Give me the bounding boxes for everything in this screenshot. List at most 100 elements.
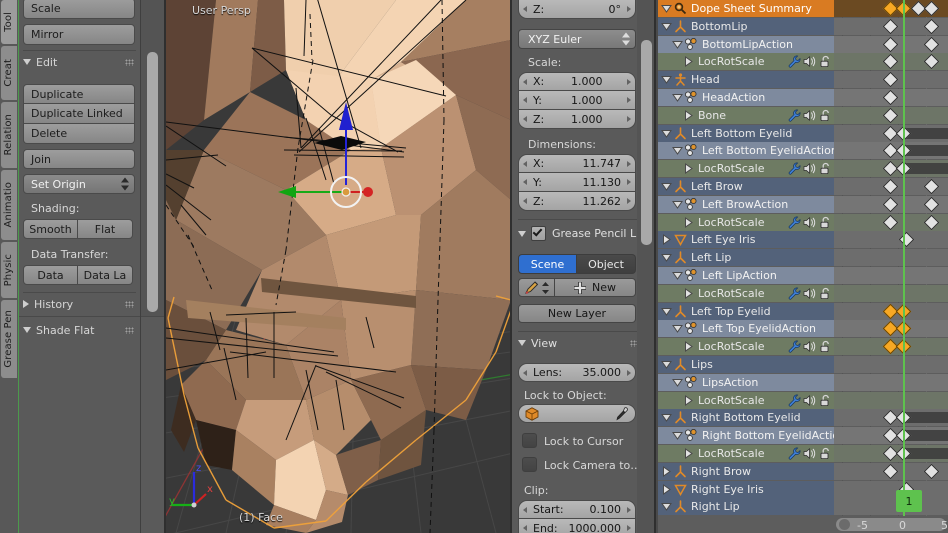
data-transfer-data-button[interactable]: Data bbox=[23, 265, 78, 285]
channel-row[interactable]: Left Eye Iris bbox=[658, 231, 834, 249]
decrement-arrow-icon-dz[interactable] bbox=[523, 198, 527, 204]
current-frame-indicator[interactable]: 1 bbox=[896, 490, 922, 512]
speaker-icon[interactable] bbox=[803, 394, 817, 407]
channel-list[interactable]: Dope Sheet Summary BottomLip BottomLipActi… bbox=[658, 0, 834, 533]
tool-panel-scrollbar[interactable] bbox=[147, 52, 158, 312]
unlock-icon[interactable] bbox=[819, 340, 832, 353]
channel-row[interactable]: HeadAction bbox=[658, 89, 834, 106]
expand-down-icon[interactable] bbox=[671, 378, 684, 387]
edit-section-header[interactable]: Edit bbox=[23, 54, 136, 70]
properties-scrollbar[interactable] bbox=[641, 40, 652, 245]
channel-row[interactable]: Left Brow bbox=[658, 178, 834, 195]
channel-toggles[interactable] bbox=[788, 53, 832, 70]
mirror-button[interactable]: Mirror bbox=[23, 24, 135, 45]
duplicate-button[interactable]: Duplicate bbox=[23, 84, 135, 104]
channel-row[interactable]: Right Brow bbox=[658, 462, 834, 480]
expand-right-icon[interactable] bbox=[682, 56, 695, 68]
channel-row[interactable]: LocRotScale bbox=[658, 338, 834, 356]
wrench-icon[interactable] bbox=[788, 447, 801, 460]
decrement-arrow-icon-x[interactable] bbox=[523, 78, 527, 85]
dimension-z-field[interactable]: Z: 11.262 bbox=[518, 192, 636, 211]
channel-row[interactable]: Left BrowAction bbox=[658, 195, 834, 213]
expand-right-icon[interactable] bbox=[682, 216, 695, 228]
delete-button[interactable]: Delete bbox=[23, 124, 135, 144]
expand-down-icon[interactable] bbox=[660, 253, 673, 263]
dope-sheet-editor[interactable]: Dope Sheet Summary BottomLip BottomLipActi… bbox=[656, 0, 948, 533]
unlock-icon[interactable] bbox=[819, 162, 832, 175]
viewport-canvas[interactable]: z y x bbox=[166, 0, 511, 533]
expand-right-icon[interactable] bbox=[660, 465, 673, 477]
horizontal-scrollbar[interactable] bbox=[836, 518, 946, 531]
decrement-arrow-icon[interactable] bbox=[523, 6, 527, 12]
shade-flat-operator-header[interactable]: Shade Flat bbox=[23, 322, 136, 338]
increment-arrow-icon-dy[interactable] bbox=[627, 179, 631, 185]
expand-right-icon[interactable] bbox=[682, 394, 695, 406]
increment-arrow-icon-ce[interactable] bbox=[627, 525, 631, 531]
shade-smooth-button[interactable]: Smooth bbox=[23, 219, 78, 239]
speaker-icon[interactable] bbox=[803, 447, 817, 460]
clip-start-field[interactable]: Start: 0.100 bbox=[518, 500, 636, 519]
channel-row[interactable]: Right Bottom Eyelid bbox=[658, 409, 834, 427]
expand-down-icon[interactable] bbox=[671, 271, 684, 280]
wrench-icon[interactable] bbox=[788, 55, 801, 68]
increment-arrow-icon[interactable] bbox=[627, 6, 631, 12]
channel-row[interactable]: Right Eye Iris bbox=[658, 480, 834, 498]
expand-right-icon[interactable] bbox=[682, 448, 695, 459]
expand-down-icon[interactable] bbox=[671, 324, 684, 334]
clip-end-field[interactable]: End: 1000.000 bbox=[518, 519, 636, 533]
wrench-icon[interactable] bbox=[788, 340, 801, 353]
wrench-icon[interactable] bbox=[788, 109, 801, 122]
gp-source-scene-button[interactable]: Scene bbox=[518, 254, 577, 274]
increment-arrow-icon-lens[interactable] bbox=[627, 369, 631, 376]
channel-toggles[interactable] bbox=[788, 445, 832, 462]
expand-right-icon[interactable] bbox=[682, 163, 695, 175]
shade-flat-button[interactable]: Flat bbox=[78, 219, 133, 239]
channel-row[interactable]: Left Bottom EyelidAction bbox=[658, 142, 834, 160]
gp-new-button[interactable]: New bbox=[555, 278, 636, 297]
expand-down-icon[interactable] bbox=[660, 182, 673, 191]
wrench-icon[interactable] bbox=[788, 287, 801, 300]
expand-right-icon[interactable] bbox=[682, 287, 695, 299]
channel-row[interactable]: LocRotScale bbox=[658, 213, 834, 231]
expand-down-icon[interactable] bbox=[660, 75, 673, 85]
unlock-icon[interactable] bbox=[819, 55, 832, 68]
channel-row[interactable]: Left Bottom Eyelid bbox=[658, 124, 834, 142]
expand-down-icon[interactable] bbox=[660, 307, 673, 316]
channel-row[interactable]: Head bbox=[658, 71, 834, 89]
expand-down-icon[interactable] bbox=[660, 129, 673, 138]
lens-field[interactable]: Lens: 35.000 bbox=[518, 363, 636, 382]
expand-down-icon[interactable] bbox=[660, 4, 673, 13]
scale-y-field[interactable]: Y: 1.000 bbox=[518, 91, 636, 110]
dimension-x-field[interactable]: X: 11.747 bbox=[518, 154, 636, 173]
data-transfer-layout-button[interactable]: Data La bbox=[78, 265, 133, 285]
decrement-arrow-icon-dx[interactable] bbox=[523, 160, 527, 167]
expand-down-icon[interactable] bbox=[671, 200, 684, 209]
channel-row[interactable]: LocRotScale bbox=[658, 391, 834, 409]
lock-camera-checkbox[interactable] bbox=[522, 457, 537, 472]
channel-row[interactable]: LipsAction bbox=[658, 373, 834, 391]
channel-row[interactable]: Left Top Eyelid bbox=[658, 302, 834, 320]
channel-row[interactable]: Left Lip bbox=[658, 249, 834, 267]
speaker-icon[interactable] bbox=[803, 287, 817, 300]
increment-arrow-icon-dz[interactable] bbox=[627, 198, 631, 204]
dimension-y-field[interactable]: Y: 11.130 bbox=[518, 173, 636, 192]
gp-brush-selector[interactable] bbox=[518, 278, 555, 297]
unlock-icon[interactable] bbox=[819, 447, 832, 460]
channel-toggles[interactable] bbox=[788, 107, 832, 124]
increment-arrow-icon-dx[interactable] bbox=[627, 160, 631, 167]
decrement-arrow-icon-ce[interactable] bbox=[523, 525, 527, 531]
channel-row[interactable]: BottomLipAction bbox=[658, 35, 834, 53]
wrench-icon[interactable] bbox=[788, 394, 801, 407]
channel-toggles[interactable] bbox=[788, 338, 832, 355]
channel-row[interactable]: Bone bbox=[658, 106, 834, 124]
3d-viewport[interactable]: z y x User Persp (1) Face bbox=[166, 0, 511, 533]
expand-down-icon[interactable] bbox=[660, 360, 673, 369]
sidebar-tab-grease-pencil[interactable]: Grease Pen bbox=[1, 300, 17, 378]
channel-row[interactable]: LocRotScale bbox=[658, 284, 834, 302]
speaker-icon[interactable] bbox=[803, 55, 817, 68]
duplicate-linked-button[interactable]: Duplicate Linked bbox=[23, 104, 135, 124]
expand-right-icon[interactable] bbox=[660, 483, 673, 495]
lock-to-object-field[interactable] bbox=[518, 404, 636, 423]
unlock-icon[interactable] bbox=[819, 216, 832, 229]
wrench-icon[interactable] bbox=[788, 162, 801, 175]
